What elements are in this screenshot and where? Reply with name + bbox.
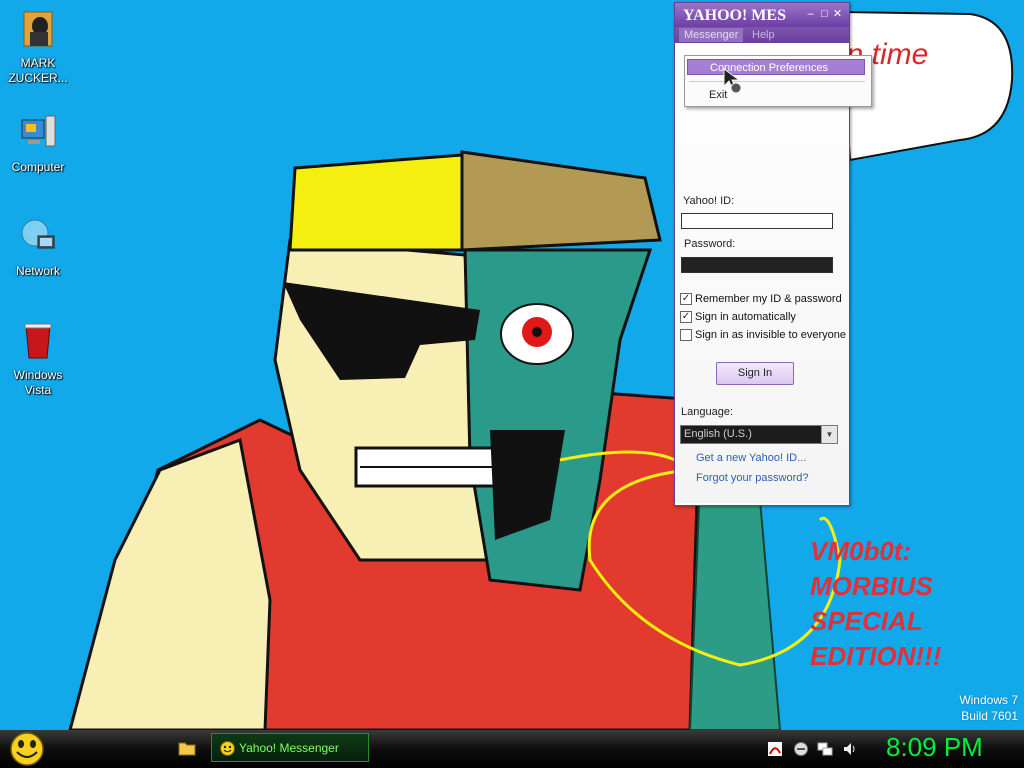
- language-label: Language:: [681, 406, 733, 418]
- login-panel: Yahoo! ID: Password: ✓ Remember my ID & …: [675, 43, 849, 503]
- minimize-button[interactable]: –: [805, 9, 816, 20]
- window-titlebar[interactable]: YAHOO! MES – □ ✕: [675, 3, 849, 27]
- password-label: Password:: [684, 238, 736, 250]
- watermark-line-1: Windows 7: [959, 693, 1018, 707]
- new-id-link[interactable]: Get a new Yahoo! ID...: [696, 452, 806, 464]
- caption-line-2: MORBIUS: [810, 571, 933, 601]
- acrobat-icon[interactable]: [767, 741, 783, 757]
- recycle-bin-icon: [24, 323, 52, 359]
- password-input[interactable]: [681, 257, 833, 273]
- network-icon[interactable]: [817, 741, 833, 757]
- desktop-icon-label: MARK ZUCKER...: [8, 56, 68, 85]
- desktop-icon-windows-vista[interactable]: Windows Vista: [0, 320, 76, 398]
- invisible-checkbox[interactable]: Sign in as invisible to everyone: [680, 329, 846, 341]
- folder-icon[interactable]: [178, 740, 196, 756]
- messenger-smiley-icon: [220, 741, 235, 756]
- taskbar: Yahoo! Messenger 8:09 PM: [0, 730, 1024, 768]
- checkbox-unchecked-icon: [680, 329, 692, 341]
- desktop-icon-label: Network: [15, 264, 60, 278]
- mouse-cursor-icon: [723, 68, 742, 94]
- volume-icon[interactable]: [842, 741, 858, 757]
- messenger-status-icon[interactable]: [793, 741, 809, 757]
- menu-messenger[interactable]: Messenger: [679, 28, 744, 42]
- caption-line-3: SPECIAL: [810, 606, 923, 636]
- network-globe-icon: [21, 219, 55, 249]
- forgot-password-link[interactable]: Forgot your password?: [696, 472, 809, 484]
- close-button[interactable]: ✕: [832, 9, 843, 20]
- caption-line-1: VM0b0t:: [810, 536, 911, 566]
- auto-signin-checkbox[interactable]: ✓ Sign in automatically: [680, 311, 796, 323]
- yahoo-id-label: Yahoo! ID:: [683, 195, 735, 207]
- desktop-icon-label: Computer: [11, 160, 65, 174]
- taskbar-clock[interactable]: 8:09 PM: [886, 732, 983, 763]
- menu-bar: Messenger Help: [675, 27, 849, 43]
- maximize-button[interactable]: □: [819, 9, 830, 20]
- user-folder-icon: [23, 11, 53, 47]
- taskbar-button-yahoo-messenger[interactable]: Yahoo! Messenger: [211, 733, 369, 762]
- desktop-icon-label: Windows Vista: [13, 368, 63, 397]
- remember-checkbox[interactable]: ✓ Remember my ID & password: [680, 293, 842, 305]
- left-arm: [68, 437, 272, 730]
- menu-item-connection-preferences[interactable]: Connection Preferences: [687, 59, 865, 75]
- menu-separator: [689, 81, 865, 82]
- taskbar-button-label: Yahoo! Messenger: [239, 741, 339, 755]
- sign-in-button[interactable]: Sign In: [716, 362, 794, 385]
- watermark-line-2: Build 7601: [961, 709, 1018, 723]
- caption-line-4: EDITION!!!: [810, 641, 942, 671]
- messenger-dropdown-menu: Connection Preferences Exit: [684, 55, 872, 107]
- yahoo-id-input[interactable]: [681, 213, 833, 229]
- green-strands: [688, 478, 782, 730]
- invisible-label: Sign in as invisible to everyone: [695, 329, 847, 341]
- yahoo-logo: YAHOO! MES: [683, 7, 786, 24]
- language-select[interactable]: English (U.S.) ▼: [680, 425, 838, 444]
- hat-yellow: [288, 153, 464, 252]
- wallpaper-drawing: in time VM0b0t: MORBIUS SPECIAL EDITION!…: [68, 10, 1014, 730]
- menu-help[interactable]: Help: [747, 28, 780, 42]
- desktop-icon-network[interactable]: Network: [0, 216, 76, 279]
- checkbox-checked-icon: ✓: [680, 311, 692, 323]
- start-button-smiley-icon[interactable]: [8, 731, 46, 767]
- desktop-icon-mark-zucker[interactable]: MARK ZUCKER...: [0, 8, 76, 86]
- language-value: English (U.S.): [684, 428, 752, 440]
- hat-brown: [460, 150, 662, 252]
- windows-build-watermark: Windows 7 Build 7601: [959, 692, 1018, 724]
- checkbox-checked-icon: ✓: [680, 293, 692, 305]
- desktop: in time VM0b0t: MORBIUS SPECIAL EDITION!…: [0, 0, 1024, 730]
- desktop-icon-computer[interactable]: Computer: [0, 112, 76, 175]
- auto-signin-label: Sign in automatically: [695, 311, 796, 323]
- remember-label: Remember my ID & password: [695, 293, 842, 305]
- chevron-down-icon[interactable]: ▼: [821, 426, 837, 443]
- computer-icon: [21, 115, 56, 147]
